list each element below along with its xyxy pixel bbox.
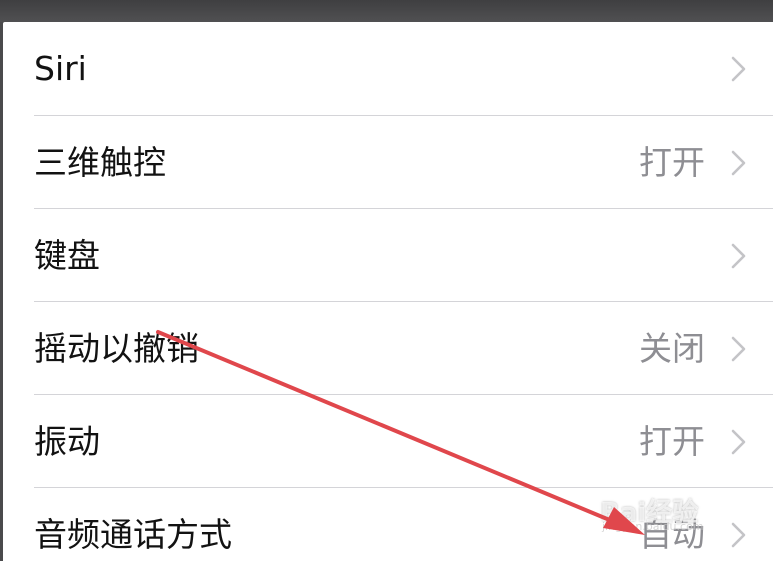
chevron-right-icon [727,395,751,488]
screenshot-stage: Siri 三维触控 打开 键盘 摇动以撤销 关闭 振动 打开 音频通话方式 自动… [0,0,773,561]
settings-row-siri[interactable]: Siri [3,22,773,115]
row-label: 键盘 [34,236,100,275]
row-label: Siri [34,49,87,88]
settings-row-call-audio-routing[interactable]: 音频通话方式 自动 [3,488,773,561]
row-value: 自动 [639,515,705,554]
settings-row-vibration[interactable]: 振动 打开 [3,395,773,488]
row-value: 打开 [639,422,705,461]
row-label: 三维触控 [34,143,166,182]
chevron-right-icon [727,302,751,395]
settings-row-shake-to-undo[interactable]: 摇动以撤销 关闭 [3,302,773,395]
row-label: 摇动以撤销 [34,329,199,368]
settings-row-3d-touch[interactable]: 三维触控 打开 [3,116,773,209]
row-label: 音频通话方式 [34,515,232,554]
chevron-right-icon [727,116,751,209]
chevron-right-icon [727,488,751,561]
row-value: 关闭 [639,329,705,368]
row-value: 打开 [639,143,705,182]
chevron-right-icon [727,209,751,302]
settings-list: Siri 三维触控 打开 键盘 摇动以撤销 关闭 振动 打开 音频通话方式 自动 [3,22,773,561]
chevron-right-icon [727,22,751,115]
row-label: 振动 [34,422,100,461]
status-bar-edge [0,0,773,22]
settings-row-keyboard[interactable]: 键盘 [3,209,773,302]
